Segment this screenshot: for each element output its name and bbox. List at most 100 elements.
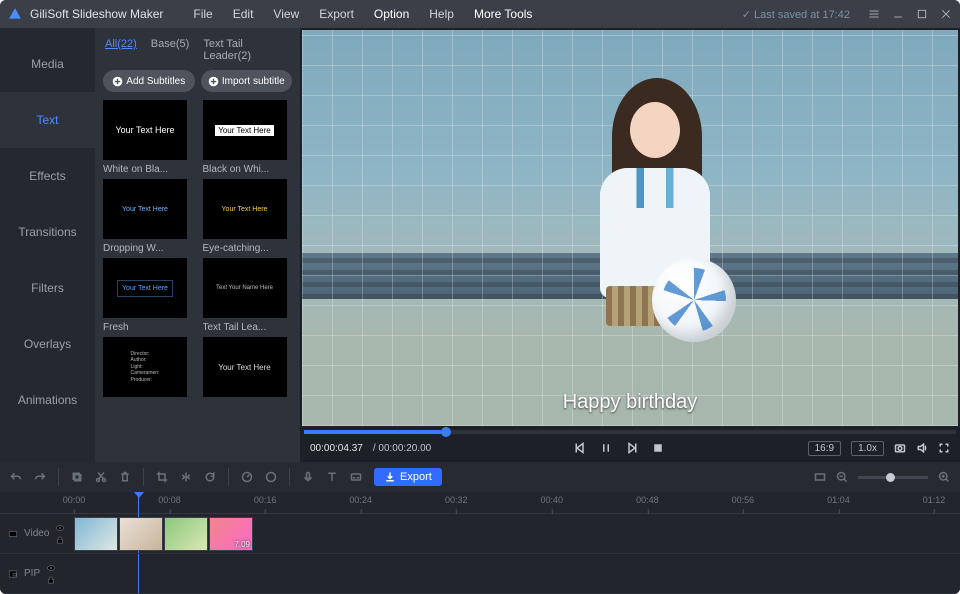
speed-icon[interactable] [241,471,253,483]
preview-video[interactable]: Happy birthday [302,30,958,426]
zoom-out-icon[interactable] [836,471,848,483]
ruler-tick: 00:48 [636,495,659,505]
video-track-icon [8,529,18,539]
timeline-clip[interactable] [164,517,208,551]
template-caption: White on Bla... [103,164,187,175]
menu-view[interactable]: View [273,7,299,21]
template-grid: Your Text HereWhite on Bla...Your Text H… [103,100,292,401]
ruler-tick: 01:04 [827,495,850,505]
template-card[interactable]: Your Text HereDropping W... [103,179,193,254]
main-menu: File Edit View Export Option Help More Tools [193,7,532,21]
delete-icon[interactable] [119,471,131,483]
subtitle-icon[interactable] [350,471,362,483]
nav-media[interactable]: Media [0,36,95,92]
skip-back-icon[interactable] [574,442,586,454]
menu-option[interactable]: Option [374,7,409,21]
import-subtitle-button[interactable]: Import subtitle [201,70,293,92]
eye-icon[interactable] [55,523,65,533]
split-icon[interactable] [180,471,192,483]
ruler-tick: 00:40 [541,495,564,505]
maximize-icon[interactable] [916,8,928,20]
pip-track[interactable]: PIP [0,554,960,594]
template-card[interactable]: Your Text Here [203,337,293,401]
copy-icon[interactable] [71,471,83,483]
template-caption: Eye-catching... [203,243,287,254]
snapshot-icon[interactable] [894,442,906,454]
ruler-tick: 01:12 [923,495,946,505]
skip-forward-icon[interactable] [626,442,638,454]
text-template-panel: All(22) Base(5) Text Tail Leader(2) Add Su… [95,28,300,462]
timeline-ruler[interactable]: 00:0000:0800:1600:2400:3200:4000:4800:56… [0,492,960,514]
nav-filters[interactable]: Filters [0,260,95,316]
template-card[interactable]: Your Text HereBlack on Whi... [203,100,293,175]
export-icon [384,471,396,483]
template-card[interactable]: Text Your Name HereText Tail Lea... [203,258,293,333]
menu-more-tools[interactable]: More Tools [474,7,532,21]
menu-export[interactable]: Export [319,7,354,21]
app-logo-icon [8,7,22,21]
undo-icon[interactable] [10,471,22,483]
aspect-ratio-chip[interactable]: 16:9 [808,441,841,456]
timeline-clip[interactable] [74,517,118,551]
volume-icon[interactable] [916,442,928,454]
time-total: / 00:00:20.00 [373,443,431,454]
template-tab[interactable]: Text Tail Leader(2) [203,38,290,62]
timeline-clip[interactable] [119,517,163,551]
template-caption: Black on Whi... [203,164,287,175]
zoom-in-icon[interactable] [938,471,950,483]
redo-icon[interactable] [34,471,46,483]
add-subtitles-button[interactable]: Add Subtitles [103,70,195,92]
template-category-tabs: All(22) Base(5) Text Tail Leader(2) [103,34,292,70]
timeline: 00:0000:0800:1600:2400:3200:4000:4800:56… [0,492,960,594]
ruler-tick: 00:32 [445,495,468,505]
template-card[interactable]: Your Text HereFresh [103,258,193,333]
mic-icon[interactable] [302,471,314,483]
timeline-clip[interactable]: 7.09 [209,517,253,551]
preview-panel: Happy birthday 00:00:04.37 / 00:00:20.00… [300,28,960,462]
rotate-icon[interactable] [204,471,216,483]
cut-icon[interactable] [95,471,107,483]
lock-icon[interactable] [46,575,56,585]
template-card[interactable]: Your Text HereWhite on Bla... [103,100,193,175]
left-nav: MediaTextEffectsTransitionsFiltersOverla… [0,28,95,462]
preview-scrubber[interactable] [304,430,956,434]
menu-edit[interactable]: Edit [233,7,254,21]
fullscreen-icon[interactable] [938,442,950,454]
ruler-tick: 00:56 [732,495,755,505]
app-title: GiliSoft Slideshow Maker [30,7,163,21]
template-card[interactable]: Your Text HereEye-catching... [203,179,293,254]
preview-controls: 00:00:04.37 / 00:00:20.00 16:9 1.0x [300,434,960,462]
ruler-tick: 00:24 [349,495,372,505]
menu-help[interactable]: Help [429,7,454,21]
video-track[interactable]: Video 7.09 [0,514,960,554]
lock-icon[interactable] [55,535,65,545]
eye-icon[interactable] [46,563,56,573]
template-caption: Fresh [103,322,187,333]
nav-animations[interactable]: Animations [0,372,95,428]
ruler-tick: 00:00 [63,495,86,505]
zoom-slider[interactable] [858,476,928,479]
close-icon[interactable] [940,8,952,20]
nav-transitions[interactable]: Transitions [0,204,95,260]
fit-icon[interactable] [814,471,826,483]
stop-icon[interactable] [652,442,664,454]
minimize-icon[interactable] [892,8,904,20]
template-tab[interactable]: All(22) [105,38,137,62]
menu-file[interactable]: File [193,7,212,21]
pause-icon[interactable] [600,442,612,454]
crop-icon[interactable] [156,471,168,483]
template-tab[interactable]: Base(5) [151,38,190,62]
preview-subtitle-overlay: Happy birthday [302,391,958,414]
template-card[interactable]: Director: Author: Light: Cameramen: Prod… [103,337,193,401]
nav-text[interactable]: Text [0,92,95,148]
template-caption: Dropping W... [103,243,187,254]
export-button[interactable]: Export [374,468,442,486]
nav-overlays[interactable]: Overlays [0,316,95,372]
playback-speed-chip[interactable]: 1.0x [851,441,884,456]
nav-effects[interactable]: Effects [0,148,95,204]
color-icon[interactable] [265,471,277,483]
hamburger-icon[interactable] [868,8,880,20]
text-icon[interactable] [326,471,338,483]
plus-circle-icon [112,76,123,87]
template-caption: Text Tail Lea... [203,322,287,333]
